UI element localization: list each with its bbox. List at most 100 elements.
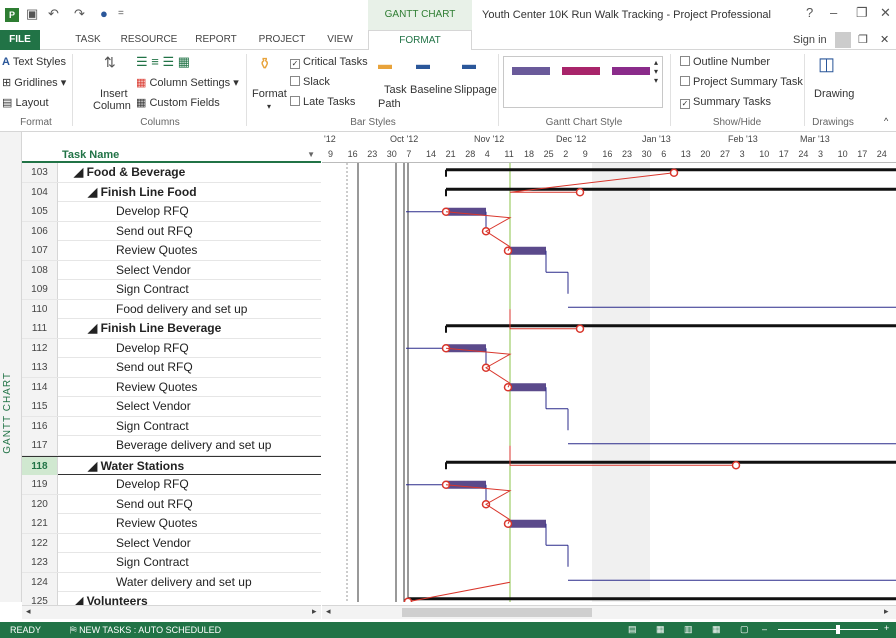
task-name[interactable]: Review Quotes [116,243,197,257]
tab-format[interactable]: FORMAT [368,30,472,51]
row-id[interactable]: 120 [22,494,58,514]
task-row[interactable]: 115 Select Vendor [22,397,321,417]
row-id[interactable]: 118 [22,456,58,476]
column-settings-button[interactable]: ▦ Column Settings ▾ [136,76,239,89]
style-preview-3[interactable] [612,67,650,75]
task-row[interactable]: 114 Review Quotes [22,377,321,397]
task-name[interactable]: ◢ Finish Line Food [88,185,197,199]
restore-button[interactable]: ❐ [856,5,868,21]
resource-sheet-icon[interactable]: ▦ [712,624,721,635]
row-id[interactable]: 105 [22,202,58,221]
late-tasks-checkbox[interactable]: Late Tasks [290,96,355,108]
collapse-ribbon-icon[interactable]: ^ [884,116,888,126]
row-id[interactable]: 115 [22,397,58,416]
scroll-left-icon[interactable]: ◂ [326,606,331,617]
task-name[interactable]: Review Quotes [116,516,197,530]
gallery-scroll-icon[interactable]: ▴ ▾ ▾ [654,58,658,85]
row-id[interactable]: 114 [22,377,58,397]
task-row[interactable]: 103 ◢ Food & Beverage [22,163,321,183]
task-row[interactable]: 108 Select Vendor [22,260,321,280]
custom-fields-button[interactable]: ▦ Custom Fields [136,96,220,109]
task-row[interactable]: 106 Send out RFQ [22,221,321,241]
task-name[interactable]: Send out RFQ [116,224,193,238]
help-button[interactable]: ? [806,5,813,20]
task-row[interactable]: 107 Review Quotes [22,241,321,261]
row-id[interactable]: 121 [22,514,58,533]
row-id[interactable]: 108 [22,260,58,280]
grid-hscroll[interactable]: ◂ ▸ [22,605,321,619]
close-doc-icon[interactable]: ✕ [880,33,889,46]
scroll-right-icon[interactable]: ▸ [884,606,889,617]
baseline-button[interactable]: Baseline [410,84,452,96]
task-row[interactable]: 111 ◢ Finish Line Beverage [22,319,321,339]
zoom-in-icon[interactable]: + [884,623,889,633]
minimize-button[interactable]: – [830,5,837,20]
project-summary-checkbox[interactable]: Project Summary Task [680,76,803,88]
undo-icon[interactable]: ↶ [48,6,59,22]
task-name[interactable]: Sign Contract [116,419,189,433]
slippage-button[interactable]: Slippage [454,84,497,96]
task-name[interactable]: ◢ Water Stations [88,459,184,473]
close-button[interactable]: ✕ [880,5,891,21]
new-tasks-status[interactable]: ⛿ NEW TASKS : AUTO SCHEDULED [70,625,221,636]
task-name[interactable]: Select Vendor [116,536,191,550]
task-row[interactable]: 116 Sign Contract [22,416,321,436]
layout-button[interactable]: ▤ Layout [2,96,49,109]
save-icon[interactable]: ▣ [26,6,38,22]
task-name[interactable]: Develop RFQ [116,341,189,355]
task-name[interactable]: ◢ Finish Line Beverage [88,321,221,335]
task-name[interactable]: Sign Contract [116,555,189,569]
help-circle-icon[interactable]: ● [100,6,108,21]
task-row[interactable]: 112 Develop RFQ [22,338,321,358]
row-id[interactable]: 122 [22,533,58,553]
row-id[interactable]: 112 [22,338,58,358]
insert-column-button[interactable]: Insert [100,88,128,100]
gantt-view-icon[interactable]: ▤ [628,624,637,635]
task-row[interactable]: 120 Send out RFQ [22,494,321,514]
summary-tasks-checkbox[interactable]: ✓ Summary Tasks [680,96,771,109]
row-id[interactable]: 110 [22,299,58,319]
task-name[interactable]: Select Vendor [116,399,191,413]
tab-report[interactable]: REPORT [190,30,242,50]
task-name[interactable]: Review Quotes [116,380,197,394]
row-id[interactable]: 113 [22,358,58,377]
gridlines-button[interactable]: ⊞ Gridlines ▾ [2,76,66,89]
row-id[interactable]: 107 [22,241,58,260]
sign-in-link[interactable]: Sign in [793,34,827,46]
task-row[interactable]: 104 ◢ Finish Line Food [22,182,321,202]
row-id[interactable]: 106 [22,221,58,241]
task-row[interactable]: 121 Review Quotes [22,514,321,534]
row-id[interactable]: 104 [22,182,58,202]
tab-task[interactable]: TASK [70,30,106,50]
row-id[interactable]: 117 [22,436,58,455]
chevron-down-icon[interactable]: ▼ [307,150,315,159]
style-preview-2[interactable] [562,67,600,75]
tab-file[interactable]: FILE [0,30,40,50]
task-row[interactable]: 117 Beverage delivery and set up [22,436,321,456]
style-preview-1[interactable] [512,67,550,75]
task-row[interactable]: 109 Sign Contract [22,280,321,300]
task-row[interactable]: 110 Food delivery and set up [22,299,321,319]
scroll-left-icon[interactable]: ◂ [26,606,31,617]
task-name[interactable]: Develop RFQ [116,204,189,218]
chart-hscroll[interactable]: ◂ ▸ [322,605,896,619]
task-row[interactable]: 122 Select Vendor [22,533,321,553]
task-name[interactable]: Send out RFQ [116,497,193,511]
report-icon[interactable]: ▢ [740,624,749,635]
row-id[interactable]: 116 [22,416,58,436]
tab-view[interactable]: VIEW [322,30,358,50]
task-row[interactable]: 123 Sign Contract [22,553,321,573]
task-row[interactable]: 124 Water delivery and set up [22,572,321,592]
row-id[interactable]: 111 [22,319,58,338]
task-row[interactable]: 119 Develop RFQ [22,475,321,495]
scroll-right-icon[interactable]: ▸ [312,606,317,617]
task-name[interactable]: Sign Contract [116,282,189,296]
task-name[interactable]: ◢ Food & Beverage [74,165,185,179]
drawing-button[interactable]: Drawing [814,88,854,100]
align-icons[interactable]: ☰ ≡ ☰ ▦ [136,54,190,70]
row-id[interactable]: 123 [22,553,58,572]
gantt-chart-style-gallery[interactable] [503,56,663,108]
task-name[interactable]: Send out RFQ [116,360,193,374]
task-name-header[interactable]: Task Name [62,149,119,161]
row-id[interactable]: 119 [22,475,58,494]
